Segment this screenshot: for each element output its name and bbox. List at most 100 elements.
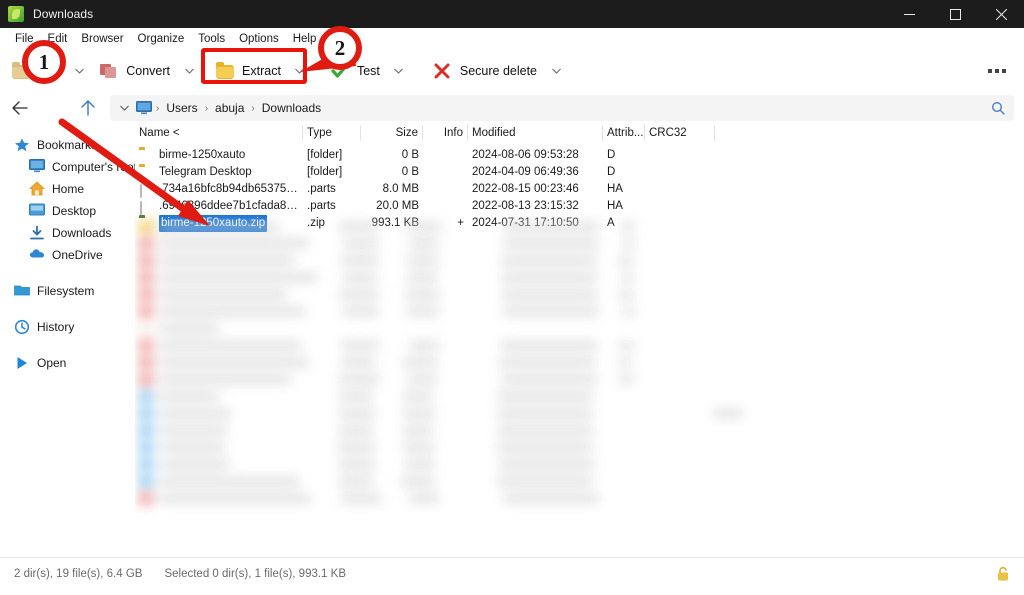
toolbar-overflow-button[interactable] [982,58,1012,84]
sidebar: Bookmarks Computer's root Home Desktop [0,124,135,557]
file-modified-cell: 2024-08-06 09:53:28 [468,147,603,164]
sidebar-item-label: Downloads [52,226,111,240]
menu-browser[interactable]: Browser [74,29,130,49]
convert-button-label: Convert [126,64,170,78]
sidebar-divider [0,266,135,280]
column-header-modified[interactable]: Modified [468,125,603,141]
file-name-cell: Telegram Desktop [135,164,303,181]
breadcrumb-abuja[interactable]: abuja [210,99,249,117]
table-row[interactable]: .6946396ddee7b1cfada8dc30... .parts 20.0… [135,198,1024,215]
convert-button[interactable]: Convert [94,57,178,85]
file-size-cell: 0 B [361,164,423,181]
file-icon [139,200,153,214]
sidebar-item-home[interactable]: Home [0,178,135,200]
breadcrumb[interactable]: › Users › abuja › Downloads [110,95,1014,121]
add-dropdown-icon[interactable] [68,58,90,84]
padlock-icon[interactable] [996,566,1010,581]
extract-button-highlight [201,48,307,84]
breadcrumb-dropdown-icon[interactable] [116,103,136,114]
table-row[interactable]: .734a16bfc8b94db65375c577... .parts 8.0 … [135,181,1024,198]
minimize-button[interactable] [886,0,932,28]
sidebar-item-label: Open [37,356,66,370]
secure-delete-dropdown-icon[interactable] [545,58,567,84]
column-header-info[interactable]: Info [423,125,468,141]
menu-bar: File Edit Browser Organize Tools Options… [0,28,1024,50]
breadcrumb-separator: › [154,103,161,114]
annotation-badge-1: 1 [22,40,66,84]
sidebar-item-label: Bookmarks [37,138,97,152]
star-icon [14,137,30,153]
toolbar-group-secure-delete: Secure delete [428,57,571,85]
sidebar-item-desktop[interactable]: Desktop [0,200,135,222]
annotation-badge-2-label: 2 [335,36,346,61]
table-row[interactable]: Telegram Desktop [folder] 0 B 2024-04-09… [135,164,1024,181]
file-attrib-cell: HA [603,181,645,198]
computer-icon [29,159,45,175]
up-button[interactable] [74,95,102,121]
column-header-type[interactable]: Type [303,125,361,141]
file-attrib-cell: D [603,164,645,181]
content-area: Bookmarks Computer's root Home Desktop [0,124,1024,557]
folder-icon [139,166,153,180]
file-info-cell [423,147,468,164]
sidebar-item-open[interactable]: Open [0,352,135,374]
menu-options[interactable]: Options [232,29,286,49]
desktop-icon [29,203,45,219]
file-icon [139,183,153,197]
file-attrib-cell: HA [603,198,645,215]
sidebar-item-downloads[interactable]: Downloads [0,222,135,244]
sidebar-item-label: History [37,320,74,334]
convert-icon [100,62,118,80]
column-header-attrib[interactable]: Attrib... [603,125,645,141]
maximize-button[interactable] [932,0,978,28]
sidebar-divider [0,302,135,316]
folder-icon [139,149,153,163]
sidebar-item-bookmarks[interactable]: Bookmarks [0,134,135,156]
sidebar-item-label: Computer's root [52,160,137,174]
window-controls [886,0,1024,28]
test-dropdown-icon[interactable] [388,58,410,84]
search-icon[interactable] [986,97,1010,119]
file-info-cell [423,164,468,181]
annotation-badge-1-label: 1 [39,50,50,75]
table-row[interactable]: birme-1250xauto [folder] 0 B 2024-08-06 … [135,147,1024,164]
column-header-crc32[interactable]: CRC32 [645,125,715,141]
window-title: Downloads [33,7,93,21]
home-icon [29,181,45,197]
history-icon [14,319,30,335]
computer-icon[interactable] [136,101,152,115]
menu-tools[interactable]: Tools [191,29,232,49]
column-header-name[interactable]: Name < [135,125,303,141]
cloud-icon [29,247,45,263]
sidebar-item-filesystem[interactable]: Filesystem [0,280,135,302]
breadcrumb-users[interactable]: Users [161,99,202,117]
file-size-cell: 0 B [361,147,423,164]
column-header-size[interactable]: Size [361,125,423,141]
file-crc32-cell [645,164,715,181]
secure-delete-button[interactable]: Secure delete [428,57,545,85]
breadcrumb-separator: › [203,103,210,114]
file-list[interactable]: Name < Type Size Info Modified Attrib...… [135,124,1024,557]
back-button[interactable] [6,95,34,121]
sidebar-divider [0,338,135,352]
file-crc32-cell [645,181,715,198]
folder-icon [14,283,30,299]
status-totals: 2 dir(s), 19 file(s), 6.4 GB [14,568,142,580]
toolbar-group-convert: Convert [94,57,204,85]
convert-dropdown-icon[interactable] [178,58,200,84]
breadcrumb-separator: › [249,103,256,114]
file-name-cell: .734a16bfc8b94db65375c577... [135,181,303,198]
sidebar-item-history[interactable]: History [0,316,135,338]
file-list-header: Name < Type Size Info Modified Attrib...… [135,124,1024,143]
sidebar-item-label: Home [52,182,84,196]
peazip-window: Downloads File Edit Browser Organize Too… [0,0,1024,595]
menu-organize[interactable]: Organize [131,29,192,49]
file-type-cell: [folder] [303,147,361,164]
sidebar-item-onedrive[interactable]: OneDrive [0,244,135,266]
sidebar-item-label: Desktop [52,204,96,218]
file-type-cell: .parts [303,181,361,198]
sidebar-item-computers-root[interactable]: Computer's root [0,156,135,178]
title-bar: Downloads [0,0,1024,28]
close-button[interactable] [978,0,1024,28]
breadcrumb-downloads[interactable]: Downloads [257,99,326,117]
